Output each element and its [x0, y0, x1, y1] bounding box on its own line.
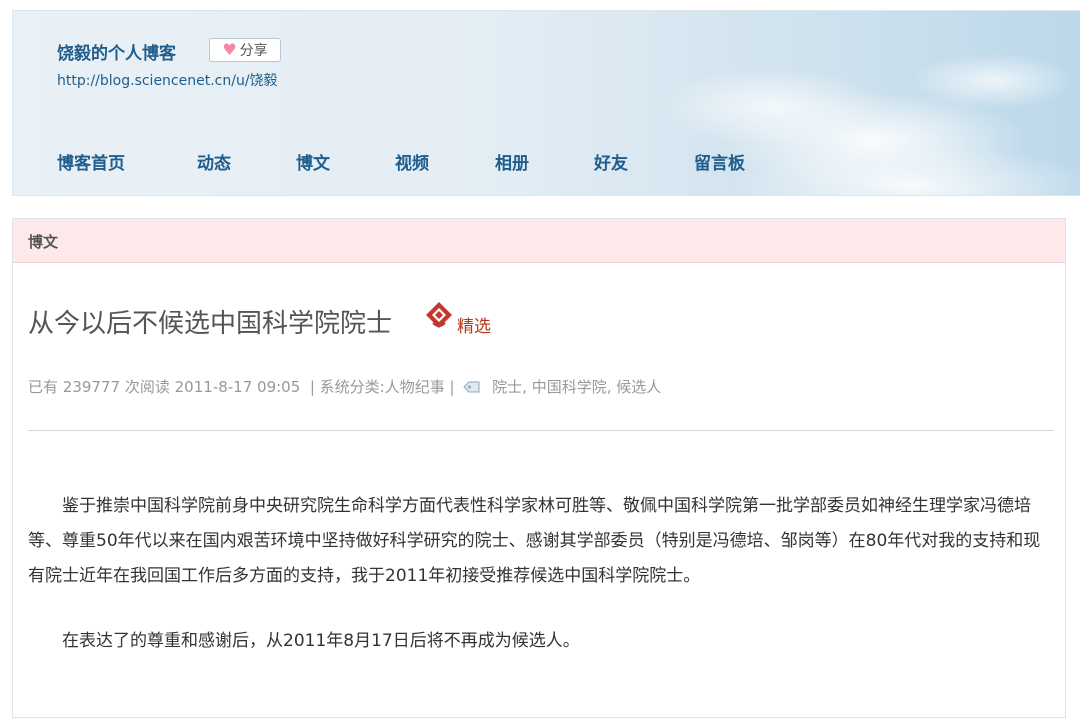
- blog-header: 饶毅的个人博客 ♥ 分享 http://blog.sciencenet.cn/u…: [12, 10, 1080, 196]
- blog-name[interactable]: 饶毅的个人博客: [57, 39, 176, 64]
- reads-suffix: 次阅读: [124, 378, 170, 396]
- reads-prefix: 已有: [28, 378, 59, 396]
- post-meta: 已有 239777 次阅读 2011-8-17 09:05 | 系统分类:人物纪…: [28, 376, 662, 397]
- meta-separator: |: [449, 378, 455, 396]
- post-body: 鉴于推崇中国科学院前身中央研究院生命科学方面代表性科学家林可胜等、敬佩中国科学院…: [28, 489, 1048, 689]
- tag-link[interactable]: 院士: [492, 376, 522, 397]
- reads-count: 239777: [62, 378, 121, 396]
- featured-badge-icon: [426, 302, 452, 328]
- nav-item-home[interactable]: 博客首页: [57, 149, 125, 174]
- share-button[interactable]: ♥ 分享: [209, 38, 281, 62]
- tag-link[interactable]: 候选人: [616, 376, 661, 397]
- featured-badge-label: 精选: [457, 317, 491, 337]
- category-link[interactable]: 系统分类:人物纪事: [320, 376, 445, 397]
- nav-item-albums[interactable]: 相册: [495, 149, 529, 174]
- blog-url-link[interactable]: http://blog.sciencenet.cn/u/饶毅: [57, 70, 278, 90]
- nav-item-activity[interactable]: 动态: [197, 149, 231, 174]
- tag-link[interactable]: 中国科学院: [532, 376, 607, 397]
- meta-separator: |: [309, 378, 315, 396]
- section-title: 博文: [28, 233, 59, 251]
- share-label: 分享: [239, 43, 268, 59]
- post-datetime: 2011-8-17 09:05: [174, 378, 301, 396]
- post-paragraph: 在表达了的尊重和感谢后，从2011年8月17日后将不再成为候选人。: [62, 631, 580, 651]
- post-title: 从今以后不候选中国科学院院士: [28, 309, 393, 339]
- meta-divider: [28, 430, 1054, 431]
- nav-item-posts[interactable]: 博文: [296, 149, 330, 174]
- post-panel: 博文 从今以后不候选中国科学院院士 精选 已有 239777 次阅读 2011-…: [12, 218, 1066, 718]
- heart-icon: ♥: [222, 40, 237, 59]
- post-paragraph: 鉴于推崇中国科学院前身中央研究院生命科学方面代表性科学家林可胜等、敬佩中国科学院…: [28, 496, 1041, 586]
- nav-item-videos[interactable]: 视频: [395, 149, 429, 174]
- tag-icon: [463, 381, 480, 393]
- nav-item-friends[interactable]: 好友: [594, 149, 628, 174]
- nav-item-guestbook[interactable]: 留言板: [694, 149, 745, 174]
- section-title-bar: 博文: [13, 219, 1065, 263]
